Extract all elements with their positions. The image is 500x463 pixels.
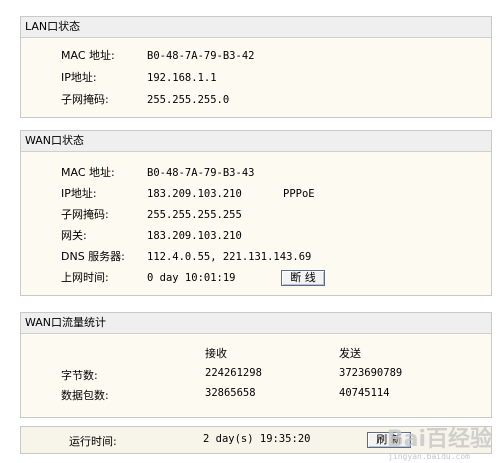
wan-mac-label: MAC 地址: — [61, 166, 115, 179]
wan-status-panel: WAN口状态 MAC 地址: B0-48-7A-79-B3-43 IP地址: 1… — [20, 130, 492, 296]
wan-dns-value: 112.4.0.55, 221.131.143.69 — [147, 251, 312, 263]
wan-mask-value: 255.255.255.255 — [147, 209, 242, 221]
lan-mask-row: 子网掩码: 255.255.255.0 — [21, 91, 491, 109]
wan-gateway-label: 网关: — [61, 229, 87, 242]
lan-mask-value: 255.255.255.0 — [147, 94, 230, 106]
disconnect-button[interactable]: 断 线 — [281, 270, 325, 286]
traffic-col-recv: 接收 — [205, 347, 227, 360]
traffic-bytes-label: 字节数: — [61, 369, 98, 382]
wan-traffic-title: WAN口流量统计 — [21, 313, 491, 334]
lan-mac-label: MAC 地址: — [61, 49, 115, 62]
wan-mask-label: 子网掩码: — [61, 208, 109, 221]
lan-mac-value: B0-48-7A-79-B3-42 — [147, 50, 255, 62]
lan-mac-row: MAC 地址: B0-48-7A-79-B3-42 — [21, 47, 491, 65]
lan-ip-value: 192.168.1.1 — [147, 72, 217, 84]
traffic-bytes-recv: 224261298 — [205, 367, 262, 379]
wan-mac-value: B0-48-7A-79-B3-43 — [147, 167, 255, 179]
lan-status-panel: LAN口状态 MAC 地址: B0-48-7A-79-B3-42 IP地址: 1… — [20, 16, 492, 118]
lan-mask-label: 子网掩码: — [61, 93, 109, 106]
runtime-value: 2 day(s) 19:35:20 — [203, 433, 311, 445]
wan-ip-label: IP地址: — [61, 187, 97, 200]
wan-gateway-row: 网关: 183.209.103.210 — [21, 227, 491, 245]
lan-ip-label: IP地址: — [61, 71, 97, 84]
wan-online-value: 0 day 10:01:19 — [147, 272, 236, 284]
wan-mac-row: MAC 地址: B0-48-7A-79-B3-43 — [21, 164, 491, 182]
traffic-packets-recv: 32865658 — [205, 387, 256, 399]
wan-mask-row: 子网掩码: 255.255.255.255 — [21, 206, 491, 224]
watermark-url: jingyan.baidu.com — [388, 452, 470, 461]
wan-dns-row: DNS 服务器: 112.4.0.55, 221.131.143.69 — [21, 248, 491, 266]
traffic-col-send: 发送 — [339, 347, 361, 360]
wan-traffic-panel: WAN口流量统计 接收 发送 字节数: 224261298 3723690789… — [20, 312, 492, 418]
lan-status-title: LAN口状态 — [21, 17, 491, 38]
lan-ip-row: IP地址: 192.168.1.1 — [21, 69, 491, 87]
wan-ip-row: IP地址: 183.209.103.210 PPPoE — [21, 185, 491, 203]
runtime-label: 运行时间: — [69, 435, 117, 448]
wan-ip-value: 183.209.103.210 — [147, 188, 242, 200]
wan-status-title: WAN口状态 — [21, 131, 491, 152]
wan-dns-label: DNS 服务器: — [61, 250, 125, 263]
watermark-logo: Bai百经验 — [386, 427, 492, 452]
wan-ip-type: PPPoE — [283, 188, 315, 200]
wan-online-label: 上网时间: — [61, 271, 109, 284]
traffic-packets-send: 40745114 — [339, 387, 390, 399]
traffic-bytes-send: 3723690789 — [339, 367, 403, 379]
wan-gateway-value: 183.209.103.210 — [147, 230, 242, 242]
traffic-packets-label: 数据包数: — [61, 389, 109, 402]
wan-online-row: 上网时间: 0 day 10:01:19 — [21, 269, 491, 287]
